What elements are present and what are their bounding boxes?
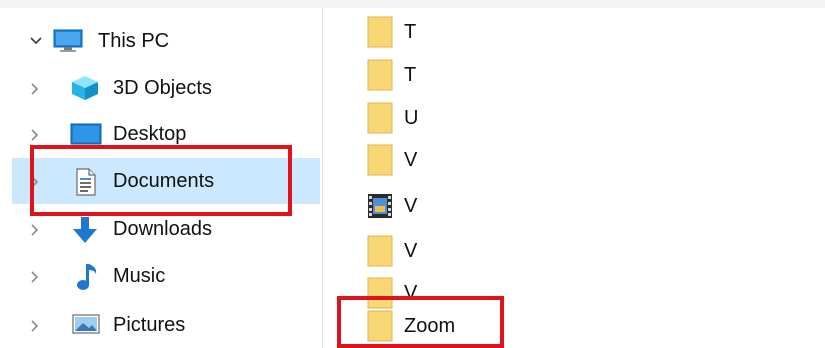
- file-item-folder[interactable]: T: [323, 53, 823, 97]
- nav-item-desktop[interactable]: Desktop: [12, 111, 320, 157]
- navigation-pane[interactable]: This PC 3D Objects Desktop Documents Dow…: [0, 8, 322, 348]
- download-arrow-icon: [70, 216, 100, 243]
- picture-icon: [72, 312, 102, 338]
- nav-label-pictures: Pictures: [113, 314, 186, 336]
- nav-label-desktop: Desktop: [113, 123, 187, 145]
- file-item-zoom[interactable]: Zoom: [323, 304, 823, 348]
- file-list-pane[interactable]: T T U V V V V. Zoom: [323, 8, 825, 348]
- file-label: V: [404, 149, 418, 171]
- nav-item-pictures[interactable]: Pictures: [12, 302, 320, 348]
- chevron-right-icon[interactable]: [30, 320, 39, 332]
- file-item-folder[interactable]: V: [323, 138, 823, 182]
- chevron-right-icon[interactable]: [30, 129, 39, 141]
- folder-icon: [367, 310, 393, 342]
- music-note-icon: [74, 263, 104, 290]
- chevron-right-icon[interactable]: [30, 176, 39, 188]
- file-label: V: [404, 195, 418, 217]
- chevron-right-icon[interactable]: [30, 271, 39, 283]
- nav-item-this-pc[interactable]: This PC: [12, 18, 320, 64]
- document-icon: [72, 168, 102, 196]
- nav-label-this-pc: This PC: [98, 30, 170, 52]
- nav-item-music[interactable]: Music: [12, 253, 320, 299]
- file-label: V: [404, 240, 418, 262]
- file-label: T: [404, 64, 417, 86]
- monitor-icon: [52, 28, 83, 54]
- file-label-zoom: Zoom: [404, 315, 456, 337]
- chevron-right-icon[interactable]: [30, 83, 39, 95]
- cube-icon: [70, 75, 100, 101]
- nav-label-documents: Documents: [113, 170, 215, 192]
- chevron-right-icon[interactable]: [30, 224, 39, 236]
- file-explorer-window: This PC 3D Objects Desktop Documents Dow…: [0, 0, 825, 348]
- file-label: T: [404, 21, 417, 43]
- file-item-video[interactable]: V: [323, 184, 823, 228]
- nav-item-3d-objects[interactable]: 3D Objects: [12, 65, 320, 111]
- nav-label-3d-objects: 3D Objects: [113, 77, 212, 99]
- chevron-down-icon[interactable]: [30, 36, 42, 45]
- nav-label-downloads: Downloads: [113, 218, 212, 240]
- top-strip: [0, 0, 825, 8]
- file-item-folder[interactable]: V: [323, 229, 823, 273]
- file-label: V..: [404, 282, 423, 304]
- file-item-folder[interactable]: U: [323, 96, 823, 140]
- nav-item-documents[interactable]: Documents: [12, 158, 320, 204]
- nav-item-downloads[interactable]: Downloads: [12, 206, 320, 252]
- file-item-folder[interactable]: T: [323, 10, 823, 54]
- file-label: U: [404, 107, 419, 129]
- nav-label-music: Music: [113, 265, 166, 287]
- desktop-icon: [70, 121, 102, 147]
